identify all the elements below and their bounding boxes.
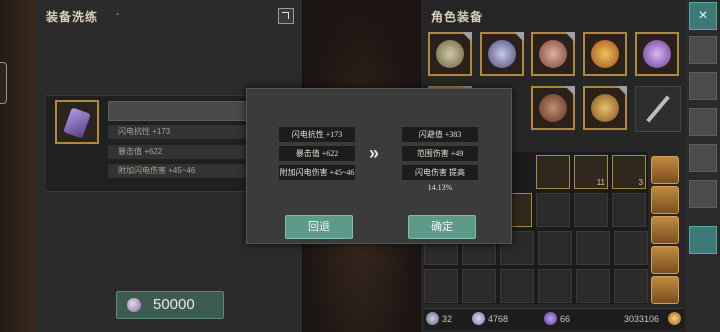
confirm-button[interactable]: 确定 bbox=[408, 215, 476, 239]
equip-slot-weapon[interactable] bbox=[635, 86, 681, 132]
inventory-cell[interactable]: 11 bbox=[574, 155, 608, 189]
hammer-icon[interactable] bbox=[689, 72, 717, 100]
side-drawer-handle[interactable] bbox=[0, 62, 7, 104]
amulet-icon bbox=[643, 40, 671, 68]
refine-cost-button[interactable]: 50000 bbox=[116, 291, 224, 319]
old-stat-3: 附加闪电伤害 +45~46 bbox=[279, 165, 355, 180]
badge-icon bbox=[565, 32, 575, 42]
currency-c: 66 bbox=[560, 314, 571, 324]
plus-icon[interactable] bbox=[689, 180, 717, 208]
essence-currency-icon bbox=[127, 298, 141, 312]
hammer-icon[interactable] bbox=[689, 226, 717, 254]
new-stat-2: 范围伤害 +49 bbox=[402, 146, 478, 161]
right-toolbar: × bbox=[686, 0, 720, 332]
inventory-cell[interactable] bbox=[538, 269, 572, 303]
inventory-cell[interactable] bbox=[424, 269, 458, 303]
chest-icon[interactable] bbox=[651, 216, 679, 244]
inventory-cell[interactable] bbox=[536, 155, 570, 189]
inventory-cell[interactable] bbox=[614, 231, 648, 265]
equipment-panel-title: 角色装备 bbox=[431, 10, 484, 24]
inventory-cell[interactable] bbox=[462, 269, 496, 303]
background-left bbox=[0, 0, 36, 332]
ring-icon bbox=[591, 40, 619, 68]
badge-icon bbox=[514, 32, 524, 42]
equip-slot-chest[interactable] bbox=[480, 32, 524, 76]
inventory-cell[interactable] bbox=[538, 231, 572, 265]
purple-gem-icon bbox=[63, 107, 91, 139]
belt-icon bbox=[591, 94, 619, 122]
badge-icon bbox=[462, 32, 472, 42]
chest-icon[interactable] bbox=[651, 246, 679, 274]
inventory-cell[interactable] bbox=[576, 269, 610, 303]
inventory-cell[interactable]: 3 bbox=[612, 155, 646, 189]
title-marker: - bbox=[116, 9, 120, 20]
shoulder-icon bbox=[539, 40, 567, 68]
inventory-cell[interactable] bbox=[614, 269, 648, 303]
revert-button[interactable]: 回退 bbox=[285, 215, 353, 239]
chest-icon[interactable] bbox=[651, 186, 679, 214]
refine-cost-value: 50000 bbox=[153, 296, 195, 313]
chest-icon[interactable] bbox=[651, 156, 679, 184]
hammer-icon[interactable] bbox=[689, 144, 717, 172]
new-stat-1: 闪避值 +383 bbox=[402, 127, 478, 142]
chest-icon[interactable] bbox=[651, 276, 679, 304]
essence-currency-icon bbox=[472, 312, 485, 325]
refine-panel-title: 装备洗练 bbox=[46, 10, 99, 24]
feather-icon bbox=[426, 312, 439, 325]
badge-icon bbox=[565, 86, 575, 96]
equip-slot-boots[interactable] bbox=[531, 86, 575, 130]
armor-icon bbox=[488, 40, 516, 68]
refine-item-slot[interactable] bbox=[55, 100, 99, 144]
hammer-icon[interactable] bbox=[689, 36, 717, 64]
inventory-cell[interactable] bbox=[612, 193, 646, 227]
equip-slot-belt[interactable] bbox=[583, 86, 627, 130]
equip-slot-helmet[interactable] bbox=[428, 32, 472, 76]
old-stat-2: 暴击值 +622 bbox=[279, 146, 355, 161]
inventory-cell[interactable] bbox=[500, 269, 534, 303]
badge-icon bbox=[617, 86, 627, 96]
arrow-right-icon: » bbox=[369, 143, 379, 163]
refine-compare-dialog: 闪电抗性 +173 暴击值 +622 附加闪电伤害 +45~46 » 闪避值 +… bbox=[246, 88, 512, 244]
close-button[interactable]: × bbox=[689, 2, 717, 30]
equip-slot-shoulder[interactable] bbox=[531, 32, 575, 76]
helmet-icon bbox=[436, 40, 464, 68]
currency-d: 3033106 bbox=[624, 314, 660, 324]
minimize-icon[interactable] bbox=[278, 8, 294, 24]
chest-icon[interactable] bbox=[689, 108, 717, 136]
currency-b: 4768 bbox=[488, 314, 509, 324]
boots-icon bbox=[539, 94, 567, 122]
item-count: 11 bbox=[596, 178, 605, 187]
crystal-icon bbox=[544, 312, 557, 325]
sword-icon bbox=[646, 95, 670, 123]
item-count: 3 bbox=[638, 178, 643, 187]
old-stat-1: 闪电抗性 +173 bbox=[279, 127, 355, 142]
currency-a: 32 bbox=[442, 314, 453, 324]
inventory-cell[interactable] bbox=[536, 193, 570, 227]
inventory-cell[interactable] bbox=[576, 231, 610, 265]
gold-coin-icon bbox=[668, 312, 681, 325]
equip-slot-ring[interactable] bbox=[583, 32, 627, 76]
currency-bar: 32 4768 66 3033106 bbox=[424, 308, 684, 329]
title-marker: - bbox=[479, 9, 483, 20]
new-stat-3: 闪电伤害 提高 14.13% bbox=[402, 165, 478, 192]
inventory-cell[interactable] bbox=[574, 193, 608, 227]
equip-slot-amulet[interactable] bbox=[635, 32, 679, 76]
